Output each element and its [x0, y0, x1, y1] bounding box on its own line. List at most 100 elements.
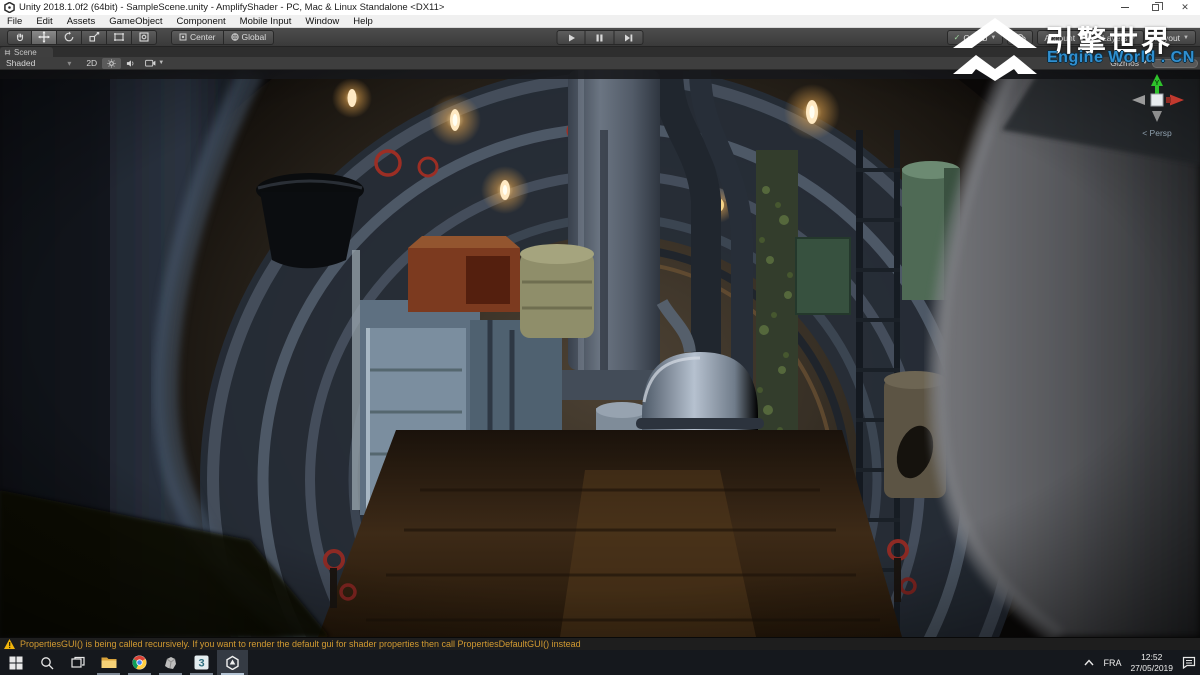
vignette [0, 70, 1200, 637]
rect-tool-icon [114, 33, 124, 41]
transform-tool-button[interactable] [132, 29, 157, 45]
menu-window[interactable]: Window [298, 15, 346, 27]
file-explorer-icon [101, 657, 116, 668]
effects-caret-icon: ▼ [158, 60, 165, 66]
window-titlebar: Unity 2018.1.0f2 (64bit) - SampleScene.u… [0, 0, 1200, 15]
scene-render [0, 70, 1200, 637]
taskbar-3dsmax-button[interactable]: 3 [186, 650, 217, 675]
warning-message: PropertiesGUI() is being called recursiv… [20, 639, 581, 649]
hand-tool-button[interactable] [7, 29, 32, 45]
taskbar-unity-button[interactable] [217, 650, 248, 675]
menu-gameobject[interactable]: GameObject [102, 15, 169, 27]
transform-icon [139, 32, 149, 42]
audio-speaker-icon [127, 59, 134, 67]
pause-button[interactable] [585, 30, 615, 45]
rotate-tool-button[interactable] [57, 29, 82, 45]
space-toggle-button[interactable]: Global [223, 29, 275, 45]
hidden-icons-chevron[interactable] [1084, 659, 1094, 666]
collab-caret-icon: ▼ [990, 34, 997, 41]
taskbar-search-button[interactable] [31, 650, 62, 675]
task-view-button[interactable] [62, 650, 93, 675]
account-button[interactable]: Account ▼ [1037, 30, 1092, 45]
unity-window: Unity 2018.1.0f2 (64bit) - SampleScene.u… [0, 0, 1200, 675]
layers-caret-icon: ▼ [1130, 34, 1137, 41]
scene-viewport[interactable]: Y < Persp [0, 70, 1200, 637]
search-icon [40, 656, 53, 669]
warning-icon [4, 639, 15, 649]
language-indicator[interactable]: FRA [1103, 658, 1121, 668]
collab-button[interactable]: ✓ Collab ▼ [946, 30, 1004, 45]
lighting-toggle-button[interactable] [102, 57, 122, 69]
layers-button[interactable]: Layers ▼ [1095, 30, 1144, 45]
restore-button[interactable] [1140, 0, 1170, 15]
taskbar-explorer-button[interactable] [93, 650, 124, 675]
play-button[interactable] [556, 30, 586, 45]
cloud-icon [1015, 33, 1027, 41]
rect-tool-button[interactable] [107, 29, 132, 45]
step-icon [625, 34, 633, 41]
shading-mode-label: Shaded [6, 58, 36, 68]
chrome-icon [132, 655, 147, 670]
axis-gizmo-icon: Y [1132, 74, 1184, 122]
unity-taskbar-icon [226, 655, 239, 670]
scene-tab-label: Scene [14, 47, 37, 57]
taskbar-chrome-button[interactable] [124, 650, 155, 675]
gizmos-caret-icon: ▼ [1142, 60, 1148, 66]
cloud-button[interactable] [1007, 30, 1034, 45]
move-tool-button[interactable] [32, 29, 57, 45]
menu-edit[interactable]: Edit [29, 15, 59, 27]
scale-tool-button[interactable] [82, 29, 107, 45]
scene-search-input[interactable] [1152, 58, 1198, 68]
menu-file[interactable]: File [0, 15, 29, 27]
clock[interactable]: 12:52 27/05/2019 [1130, 652, 1173, 673]
layers-label: Layers [1102, 32, 1128, 43]
pivot-toggle-button[interactable]: Center [171, 29, 224, 45]
layout-button[interactable]: Layout ▼ [1147, 30, 1196, 45]
2d-toggle-button[interactable]: 2D [81, 58, 102, 69]
minimize-button[interactable] [1110, 0, 1140, 15]
menu-assets[interactable]: Assets [60, 15, 103, 27]
menu-mobile-input[interactable]: Mobile Input [233, 15, 299, 27]
collab-label: Collab [963, 32, 988, 43]
orientation-gizmo[interactable]: Y < Persp [1126, 74, 1188, 144]
play-icon [568, 34, 575, 41]
audio-toggle-button[interactable] [121, 58, 140, 69]
task-view-icon [70, 656, 85, 668]
unity-app-icon [4, 2, 15, 13]
window-title: Unity 2018.1.0f2 (64bit) - SampleScene.u… [19, 2, 445, 13]
pivot-label: Center [190, 32, 216, 42]
step-button[interactable] [614, 30, 644, 45]
effects-dropdown-button[interactable]: ▼ [140, 58, 169, 69]
gizmos-dropdown[interactable]: Gizmos ▼ [1110, 58, 1148, 68]
account-label: Account [1044, 32, 1076, 43]
scene-tab-icon [4, 49, 11, 55]
scene-view-toolbar: Shaded ▾ 2D ▼ Gizmos ▼ [0, 57, 1200, 70]
scenebar-separator: ▾ [67, 58, 72, 68]
tab-scene[interactable]: Scene [0, 47, 53, 57]
system-tray: FRA 12:52 27/05/2019 [1084, 650, 1196, 675]
lighting-sun-icon [107, 58, 116, 68]
axis-y-label: Y [1155, 80, 1160, 87]
taskbar-gray-app-button[interactable] [155, 650, 186, 675]
clock-time: 12:52 [1141, 651, 1163, 662]
account-caret-icon: ▼ [1078, 34, 1085, 41]
action-center-icon[interactable] [1182, 656, 1196, 669]
gizmos-label: Gizmos [1110, 58, 1140, 68]
collab-check-icon: ✓ [953, 33, 961, 42]
space-label: Global [241, 32, 267, 42]
console-status-bar[interactable]: PropertiesGUI() is being called recursiv… [0, 637, 1200, 650]
globe-icon [230, 33, 239, 41]
menu-help[interactable]: Help [346, 15, 380, 27]
menu-component[interactable]: Component [170, 15, 233, 27]
shading-mode-dropdown[interactable]: Shaded [0, 57, 41, 69]
3dsmax-icon: 3 [194, 655, 209, 670]
tab-strip: Scene [0, 47, 1200, 57]
start-button[interactable] [0, 650, 31, 675]
pause-icon [596, 34, 603, 41]
menu-bar: File Edit Assets GameObject Component Mo… [0, 15, 1200, 28]
unity-toolbar: Center Global ✓ Collab ▼ Account ▼ Layer… [0, 28, 1200, 47]
scale-icon [89, 32, 100, 42]
close-button[interactable]: ✕ [1170, 0, 1200, 15]
perspective-label[interactable]: < Persp [1126, 128, 1188, 138]
layout-label: Layout [1154, 32, 1181, 43]
